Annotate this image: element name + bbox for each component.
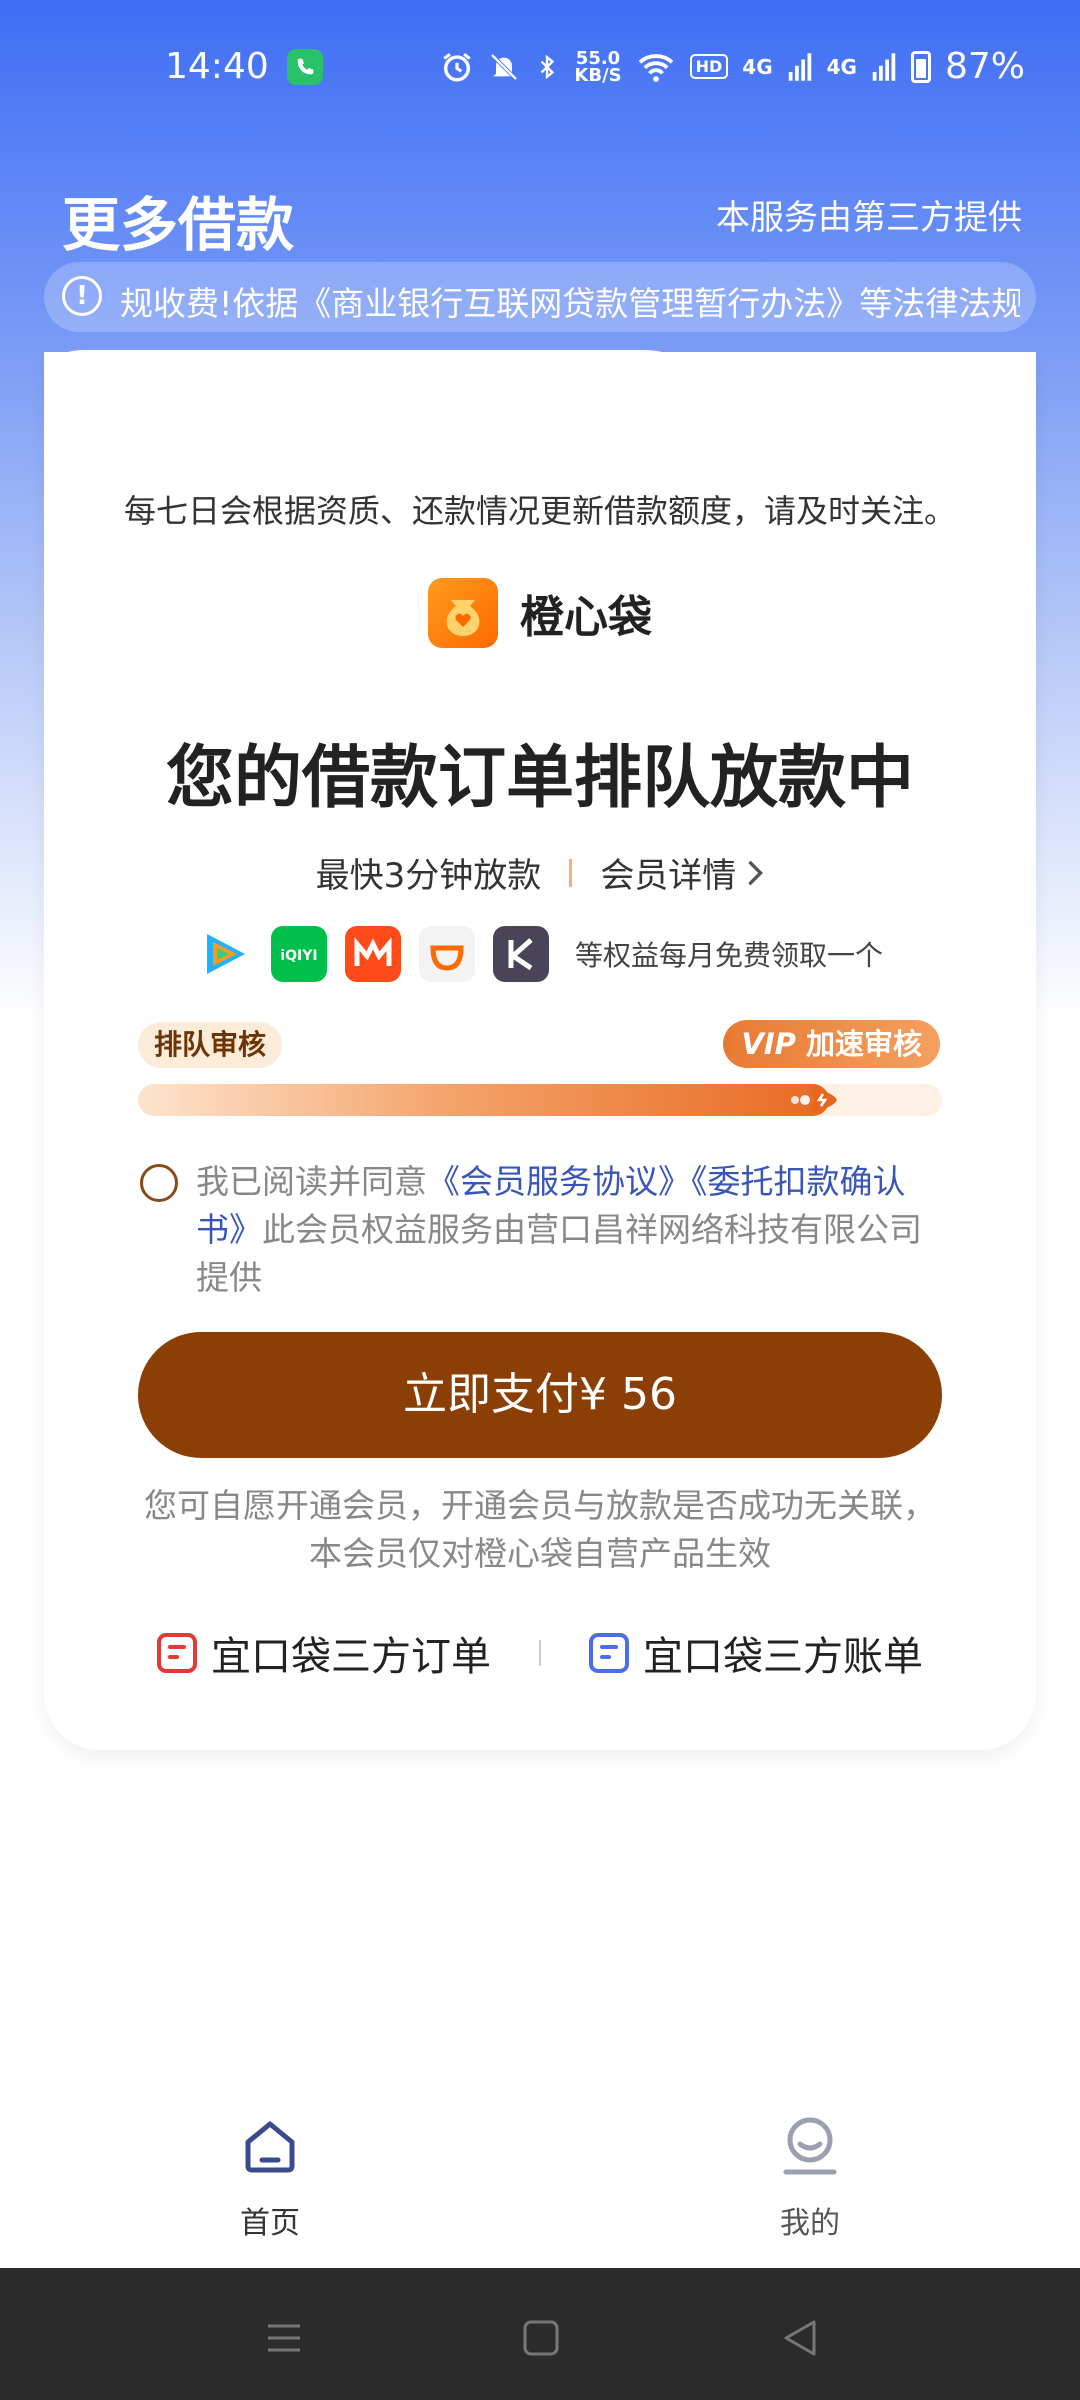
notice-banner[interactable]: ! 规收费!依据《商业银行互联网贷款管理暂行办法》等法律法规	[44, 262, 1036, 332]
tencent-video-icon	[196, 926, 253, 982]
battery-icon	[910, 50, 931, 83]
alarm-icon	[443, 52, 472, 81]
profile-icon	[783, 2117, 837, 2175]
perks-row: iQIYI 等权益每月免费领取一个	[44, 926, 1036, 982]
tab-mine-label: 我的	[780, 2206, 840, 2241]
mango-tv-icon	[344, 926, 401, 982]
member-detail-link[interactable]: 会员详情	[600, 848, 764, 897]
order-status-headline: 您的借款订单排队放款中	[165, 739, 914, 818]
wifi-icon	[638, 53, 673, 82]
page-title: 更多借款	[62, 191, 295, 259]
member-service-agreement-link[interactable]: 《会员服务协议》	[427, 1162, 691, 1201]
third-party-bills-link[interactable]: 宜口袋三方账单	[589, 1624, 923, 1682]
warning-icon: !	[62, 276, 102, 316]
perks-text: 等权益每月免费领取一个	[574, 939, 883, 972]
links-divider	[539, 1640, 541, 1666]
loan-status-card: 每七日会根据资质、还款情况更新借款额度，请及时关注。 橙心袋 您的借款订单排队放…	[44, 352, 1036, 1750]
orders-icon	[157, 1633, 197, 1673]
bills-icon	[589, 1633, 629, 1673]
signal-bars-icon-2	[872, 52, 896, 81]
notice-text: 规收费!依据《商业银行互联网贷款管理暂行办法》等法律法规	[120, 284, 1020, 323]
brand-row: 橙心袋	[44, 578, 1036, 648]
agreement-row: 我已阅读并同意《会员服务协议》《委托扣款确认书》此会员权益服务由营口昌祥网络科技…	[140, 1158, 940, 1302]
agreement-checkbox[interactable]	[140, 1164, 178, 1202]
signal-4g-1: 4G	[742, 54, 773, 79]
chevron-right-icon	[748, 860, 764, 885]
mute-bell-icon	[490, 53, 518, 80]
brand-logo-icon	[428, 578, 498, 648]
third-party-links: 宜口袋三方订单 宜口袋三方账单	[44, 1624, 1036, 1682]
status-time: 14:40	[165, 46, 269, 87]
didi-icon	[418, 926, 475, 982]
iqiyi-icon: iQIYI	[270, 926, 327, 982]
divider	[569, 858, 573, 887]
svg-text:iQIYI: iQIYI	[280, 948, 317, 964]
call-icon	[287, 49, 323, 85]
tab-home[interactable]: 首页	[170, 2116, 370, 2242]
signal-bars-icon	[788, 52, 811, 81]
progress-fill	[138, 1084, 829, 1116]
pay-now-button[interactable]: 立即支付¥ 56	[138, 1332, 942, 1458]
network-speed: 55.0 KB/S	[574, 47, 622, 86]
queue-review-tag: 排队审核	[138, 1022, 283, 1068]
status-icons: 55.0 KB/S HD 4G 4G 87%	[440, 46, 1025, 87]
home-icon	[245, 2121, 295, 2173]
bluetooth-icon	[541, 54, 555, 79]
third-party-orders-link[interactable]: 宜口袋三方订单	[157, 1624, 491, 1682]
menu-icon[interactable]	[264, 2318, 304, 2358]
membership-disclaimer: 您可自愿开通会员，开通会员与放款是否成功无关联，本会员仅对橙心袋自营产品生效	[144, 1486, 936, 1573]
bottom-nav: 首页 我的	[0, 2086, 1080, 2268]
tab-mine[interactable]: 我的	[710, 2116, 910, 2242]
keep-icon	[492, 926, 549, 982]
third-party-note: 本服务由第三方提供	[716, 198, 1022, 238]
quota-update-tip: 每七日会根据资质、还款情况更新借款额度，请及时关注。	[123, 492, 956, 530]
rocket-icon	[791, 1088, 837, 1112]
signal-4g-2: 4G	[826, 54, 857, 79]
agreement-text: 我已阅读并同意《会员服务协议》《委托扣款确认书》此会员权益服务由营口昌祥网络科技…	[196, 1162, 922, 1297]
status-bar: 14:40 55.0 KB/S HD 4G 4G 87%	[0, 0, 1080, 140]
fastest-payout-text: 最快3分钟放款	[315, 856, 542, 896]
system-nav-bar	[0, 2268, 1080, 2400]
back-icon[interactable]	[780, 2318, 820, 2358]
hd-voice-badge: HD	[689, 54, 729, 79]
brand-name: 橙心袋	[520, 592, 652, 643]
home-square-icon[interactable]	[522, 2318, 560, 2358]
vip-accelerate-tag[interactable]: VIP 加速审核	[723, 1020, 940, 1068]
battery-percent: 87%	[944, 46, 1025, 87]
speed-row: 最快3分钟放款 会员详情	[44, 848, 1036, 897]
tab-home-label: 首页	[240, 2206, 300, 2241]
